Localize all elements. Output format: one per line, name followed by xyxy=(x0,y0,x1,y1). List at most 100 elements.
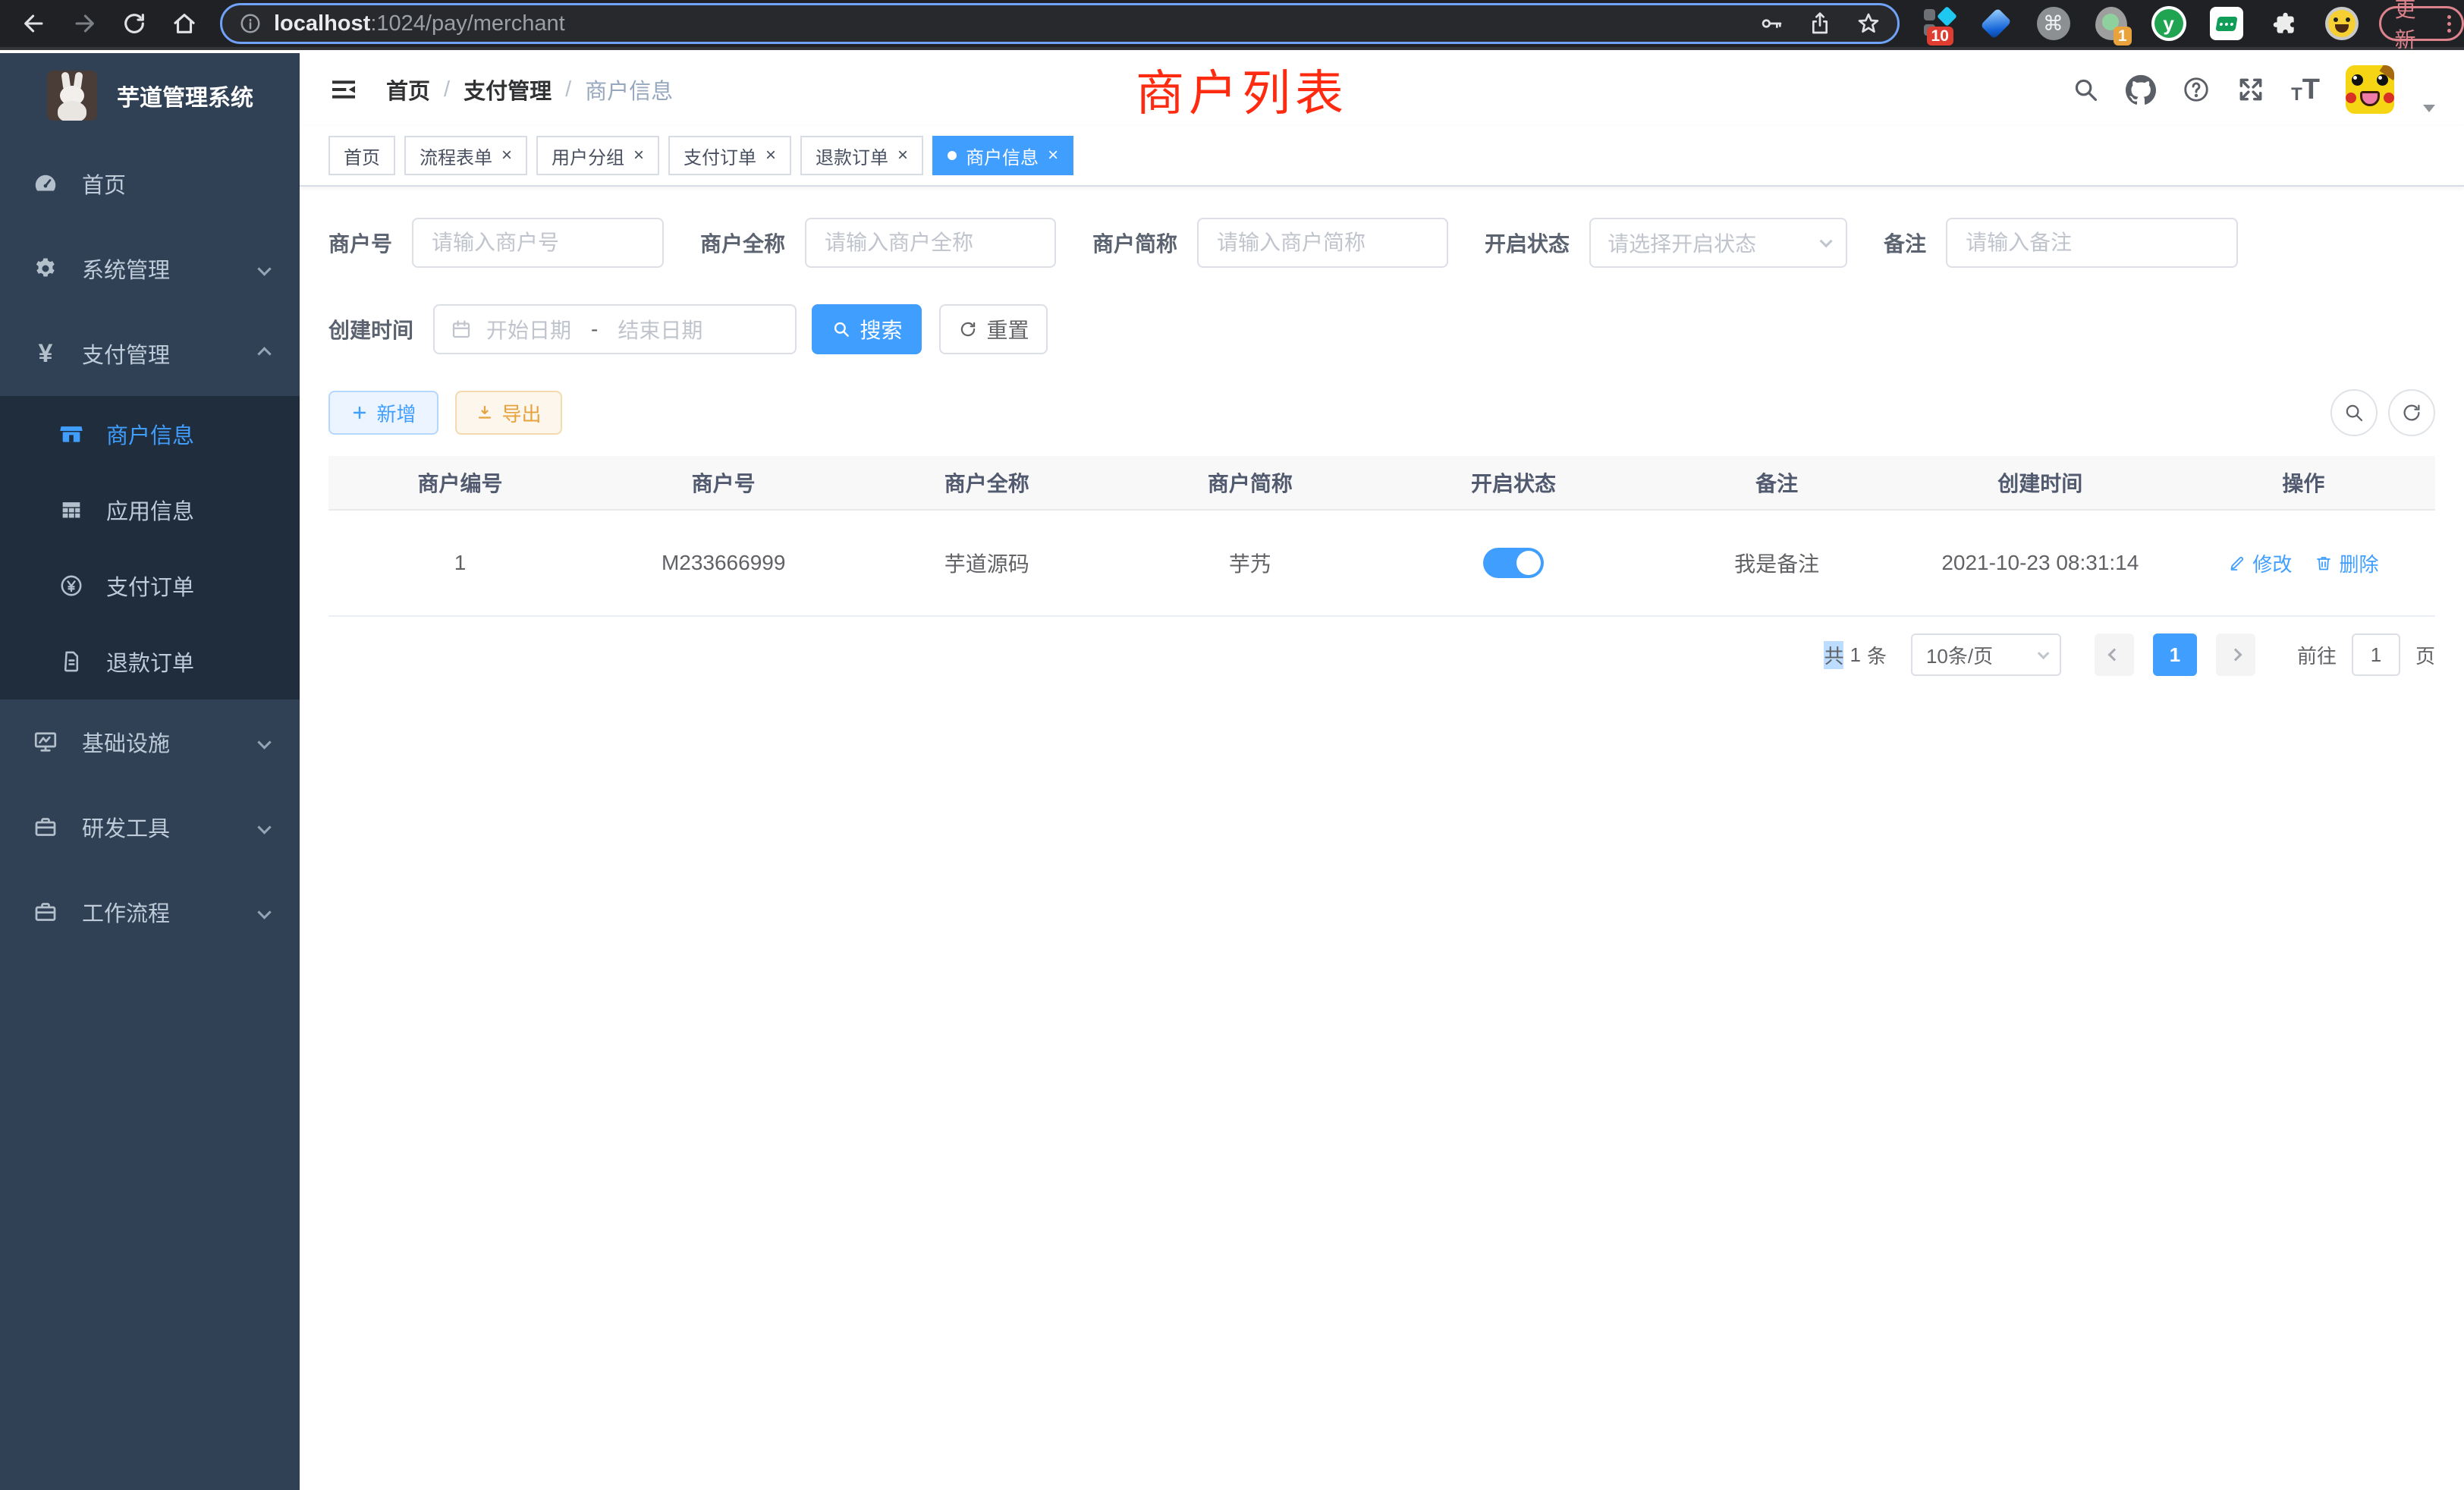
fullscreen-icon[interactable] xyxy=(2236,75,2265,104)
sidebar-item-label: 应用信息 xyxy=(106,494,194,526)
browser-menu-icon[interactable] xyxy=(2447,15,2451,33)
toggle-search-button[interactable] xyxy=(2330,389,2378,436)
sidebar-item-merchant-info[interactable]: 商户信息 xyxy=(0,396,300,472)
short-name-input[interactable] xyxy=(1197,218,1448,268)
tab-home[interactable]: 首页 xyxy=(328,136,395,175)
delete-link[interactable]: 删除 xyxy=(2315,549,2378,577)
key-icon[interactable] xyxy=(1759,11,1784,36)
sidebar-collapse-icon[interactable] xyxy=(328,74,359,105)
info-icon[interactable] xyxy=(239,12,262,35)
url-path: :1024/pay/merchant xyxy=(370,11,564,36)
back-icon[interactable] xyxy=(21,11,47,36)
extension-badge: 1 xyxy=(2114,27,2132,46)
col-header: 备注 xyxy=(1645,456,1909,509)
sidebar-item-system[interactable]: 系统管理 xyxy=(0,226,300,311)
status-select-placeholder: 请选择开启状态 xyxy=(1608,228,1756,258)
close-icon[interactable]: × xyxy=(765,146,776,165)
url-bar[interactable]: localhost:1024/pay/merchant xyxy=(220,3,1900,44)
forward-icon[interactable] xyxy=(71,11,97,36)
cell-actions: 修改 删除 xyxy=(2172,511,2435,615)
close-icon[interactable]: × xyxy=(897,146,908,165)
tab-merchant-info[interactable]: 商户信息× xyxy=(932,136,1073,175)
sidebar-menu: 首页 系统管理 ¥ 支付管理 商户信息 xyxy=(0,141,300,954)
sidebar-item-pay-order[interactable]: 支付订单 xyxy=(0,548,300,624)
sidebar-logo[interactable]: 芋道管理系统 xyxy=(0,53,300,138)
refresh-button[interactable] xyxy=(2388,389,2435,436)
page-size-select[interactable]: 10条/页 xyxy=(1911,633,2061,676)
status-select[interactable]: 请选择开启状态 xyxy=(1589,218,1847,268)
merchant-table: 商户编号 商户号 商户全称 商户简称 开启状态 备注 创建时间 操作 1 M23… xyxy=(328,456,2435,617)
search-button-label: 搜索 xyxy=(860,314,903,344)
sidebar-item-infra[interactable]: 基础设施 xyxy=(0,699,300,784)
search-button[interactable]: 搜索 xyxy=(812,304,922,354)
github-icon[interactable] xyxy=(2126,74,2156,105)
extension-y-icon[interactable]: y xyxy=(2151,6,2186,41)
chevron-down-icon xyxy=(257,820,271,834)
export-button[interactable]: 导出 xyxy=(455,391,562,435)
tab-pay-order[interactable]: 支付订单× xyxy=(668,136,791,175)
close-icon[interactable]: × xyxy=(501,146,512,165)
close-icon[interactable]: × xyxy=(633,146,644,165)
col-header: 商户编号 xyxy=(328,456,592,509)
user-avatar[interactable] xyxy=(2346,65,2394,114)
sidebar-item-label: 商户信息 xyxy=(106,418,194,450)
browser-update-button[interactable]: 更新 xyxy=(2379,6,2464,41)
active-dot xyxy=(948,151,957,160)
sidebar-item-refund-order[interactable]: 退款订单 xyxy=(0,624,300,699)
extension-recorder-icon[interactable]: 1 xyxy=(2094,6,2129,41)
table-toolbar: 新增 导出 xyxy=(328,389,2435,436)
close-icon[interactable]: × xyxy=(1048,146,1058,165)
prev-page-button[interactable] xyxy=(2095,633,2134,676)
edit-link[interactable]: 修改 xyxy=(2228,549,2292,577)
goto-page-input[interactable] xyxy=(2352,633,2400,676)
sidebar-item-home[interactable]: 首页 xyxy=(0,141,300,226)
tab-label: 流程表单 xyxy=(420,143,492,169)
cell-short-name: 芋艿 xyxy=(1118,511,1381,615)
bookmark-star-icon[interactable] xyxy=(1856,11,1881,36)
full-name-input[interactable] xyxy=(805,218,1056,268)
yen-circle-icon xyxy=(58,573,85,599)
help-icon[interactable] xyxy=(2182,75,2211,104)
extension-diamond-icon[interactable]: 10 xyxy=(1921,6,1956,41)
col-header: 开启状态 xyxy=(1382,456,1645,509)
tab-refund-order[interactable]: 退款订单× xyxy=(800,136,923,175)
sidebar-item-label: 首页 xyxy=(82,168,126,200)
reset-button[interactable]: 重置 xyxy=(939,304,1048,354)
breadcrumb-home[interactable]: 首页 xyxy=(386,74,430,105)
tab-user-group[interactable]: 用户分组× xyxy=(536,136,659,175)
sidebar-item-app-info[interactable]: 应用信息 xyxy=(0,472,300,548)
home-icon[interactable] xyxy=(171,11,197,36)
sidebar-item-label: 系统管理 xyxy=(82,253,170,284)
page-number-1[interactable]: 1 xyxy=(2153,633,2197,676)
extensions-puzzle-icon[interactable] xyxy=(2267,6,2302,41)
extension-chat-icon[interactable] xyxy=(2209,6,2244,41)
extension-command-icon[interactable]: ⌘ xyxy=(2036,6,2071,41)
sidebar-item-pay[interactable]: ¥ 支付管理 xyxy=(0,311,300,396)
created-time-label: 创建时间 xyxy=(328,314,413,344)
status-toggle[interactable] xyxy=(1483,548,1544,578)
remark-input[interactable] xyxy=(1946,218,2238,268)
tab-label: 首页 xyxy=(344,143,380,169)
date-range-picker[interactable]: 开始日期 - 结束日期 xyxy=(433,304,797,354)
reload-icon[interactable] xyxy=(121,11,147,36)
avatar-caret-icon[interactable] xyxy=(2423,105,2435,112)
sidebar-item-workflow[interactable]: 工作流程 xyxy=(0,869,300,954)
font-size-icon[interactable]: TT xyxy=(2291,75,2320,104)
breadcrumb-pay[interactable]: 支付管理 xyxy=(464,74,552,105)
cell-status xyxy=(1382,511,1645,615)
total-prefix: 共 xyxy=(1824,641,1843,669)
next-page-button[interactable] xyxy=(2216,633,2255,676)
sidebar-item-dev-tools[interactable]: 研发工具 xyxy=(0,784,300,869)
share-icon[interactable] xyxy=(1808,11,1832,36)
tab-flow-form[interactable]: 流程表单 × xyxy=(404,136,527,175)
top-navbar: 首页 / 支付管理 / 商户信息 TT xyxy=(300,53,2464,126)
sidebar-item-label: 支付订单 xyxy=(106,570,194,602)
profile-emoji-avatar[interactable] xyxy=(2324,6,2359,41)
search-icon[interactable] xyxy=(2071,75,2100,104)
extension-kite-icon[interactable] xyxy=(1978,6,2013,41)
add-button[interactable]: 新增 xyxy=(328,391,438,435)
browser-extensions: 10 ⌘ 1 y xyxy=(1921,6,2359,41)
merchant-no-input[interactable] xyxy=(412,218,664,268)
export-button-label: 导出 xyxy=(501,399,541,427)
yen-icon: ¥ xyxy=(30,341,61,366)
